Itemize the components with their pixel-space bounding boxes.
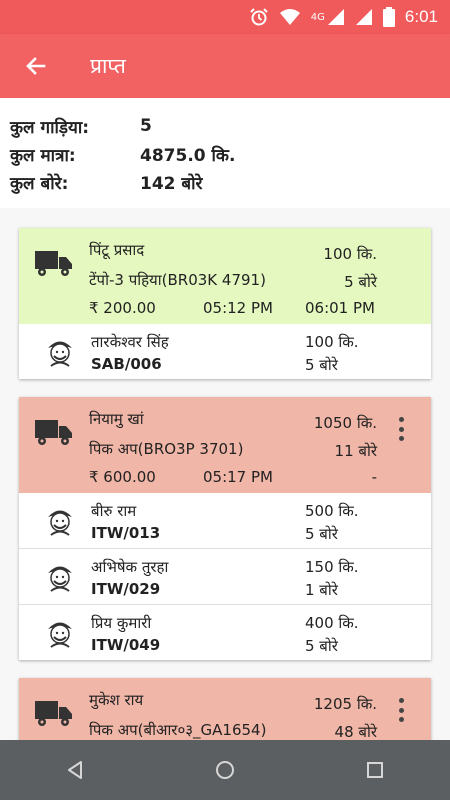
farmer-list: बीरु राम ITW/013 500 कि. 5 बोरे अभिषेक त… bbox=[19, 493, 431, 660]
trip-amount: ₹ 600.00 bbox=[89, 468, 156, 486]
bags-label: कुल बोरे: bbox=[10, 173, 69, 194]
farmer-code: SAB/006 bbox=[91, 355, 162, 373]
network-type-label: 4G bbox=[310, 11, 325, 23]
content-area[interactable]: कुल गाड़िया: 5 कुल मात्रा: 4875.0 कि. कुल … bbox=[0, 98, 450, 740]
square-recents-icon bbox=[367, 762, 383, 778]
farmer-bags: 5 बोरे bbox=[305, 356, 338, 374]
battery-icon bbox=[382, 7, 395, 27]
driver-name: पिंटू प्रसाद bbox=[89, 241, 145, 259]
summary-panel: कुल गाड़िया: 5 कुल मात्रा: 4875.0 कि. कुल … bbox=[0, 98, 450, 208]
nav-home-button[interactable] bbox=[205, 750, 245, 790]
trip-weight: 1205 कि. bbox=[313, 695, 377, 713]
farmer-weight: 500 कि. bbox=[305, 502, 359, 520]
trip-bags: 5 बोरे bbox=[344, 273, 377, 291]
farmer-bags: 5 बोरे bbox=[305, 637, 338, 655]
page-title: प्राप्त bbox=[90, 54, 126, 78]
status-time: 6:01 bbox=[404, 7, 438, 26]
truck-icon bbox=[35, 417, 73, 451]
circle-home-icon bbox=[216, 761, 234, 779]
trip-weight: 1050 कि. bbox=[313, 414, 377, 432]
start-time: 05:12 PM bbox=[203, 299, 273, 317]
vehicle-info: टेंपो-3 पहिया(BR03K 4791) bbox=[89, 271, 266, 289]
farmer-row[interactable]: तारकेश्वर सिंह SAB/006 100 कि. 5 बोरे bbox=[19, 324, 431, 379]
farmer-list: तारकेश्वर सिंह SAB/006 100 कि. 5 बोरे bbox=[19, 324, 431, 379]
arrow-left-icon bbox=[26, 57, 46, 75]
vehicles-value: 5 bbox=[140, 116, 152, 136]
more-vert-icon[interactable] bbox=[395, 417, 407, 441]
trip-bags: 11 बोरे bbox=[334, 442, 377, 460]
truck-icon bbox=[35, 248, 73, 282]
triangle-back-icon bbox=[68, 761, 82, 779]
farmer-bags: 5 बोरे bbox=[305, 525, 338, 543]
alarm-icon bbox=[249, 7, 269, 27]
system-nav-bar bbox=[0, 740, 450, 800]
trip-bags: 48 बोरे bbox=[334, 723, 377, 740]
nav-recents-button[interactable] bbox=[355, 750, 395, 790]
driver-name: नियामु खां bbox=[89, 410, 144, 428]
farmer-code: ITW/049 bbox=[91, 636, 161, 654]
back-button[interactable] bbox=[18, 48, 54, 84]
trip-card[interactable]: नियामु खां पिक अप(BRO3P 3701) ₹ 600.00 0… bbox=[19, 397, 431, 660]
app-bar: प्राप्त bbox=[0, 34, 450, 98]
trip-header[interactable]: नियामु खां पिक अप(BRO3P 3701) ₹ 600.00 0… bbox=[19, 397, 431, 493]
nav-back-button[interactable] bbox=[55, 750, 95, 790]
farmer-code: ITW/013 bbox=[91, 524, 161, 542]
farmer-code: ITW/029 bbox=[91, 580, 161, 598]
farmer-name: तारकेश्वर सिंह bbox=[91, 333, 169, 351]
status-bar: 4G 6:01 bbox=[0, 0, 450, 34]
farmer-name: अभिषेक तुरहा bbox=[91, 558, 169, 576]
quantity-label: कुल मात्रा: bbox=[10, 145, 76, 166]
farmer-bags: 1 बोरे bbox=[305, 581, 338, 599]
trip-header[interactable]: पिंटू प्रसाद टेंपो-3 पहिया(BR03K 4791) ₹… bbox=[19, 228, 431, 324]
truck-icon bbox=[35, 698, 73, 732]
wifi-icon bbox=[279, 8, 301, 26]
farmer-row[interactable]: प्रिय कुमारी ITW/049 400 कि. 5 बोरे bbox=[19, 604, 431, 660]
farmer-weight: 400 कि. bbox=[305, 614, 359, 632]
bags-value: 142 बोरे bbox=[140, 173, 203, 194]
farmer-name: बीरु राम bbox=[91, 502, 137, 520]
vehicle-info: पिक अप(BRO3P 3701) bbox=[89, 440, 244, 458]
end-time: - bbox=[371, 468, 377, 486]
farmer-row[interactable]: बीरु राम ITW/013 500 कि. 5 बोरे bbox=[19, 493, 431, 548]
start-time: 05:17 PM bbox=[203, 468, 273, 486]
farmer-avatar-icon bbox=[43, 560, 77, 598]
farmer-name: प्रिय कुमारी bbox=[91, 614, 152, 632]
trip-header[interactable]: मुकेश राय पिक अप(बीआर०३_GA1654) 1205 कि.… bbox=[19, 678, 431, 740]
more-vert-icon[interactable] bbox=[395, 698, 407, 722]
trip-card[interactable]: पिंटू प्रसाद टेंपो-3 पहिया(BR03K 4791) ₹… bbox=[19, 228, 431, 379]
signal-icon-2 bbox=[355, 8, 373, 26]
vehicle-info: पिक अप(बीआर०३_GA1654) bbox=[89, 721, 267, 739]
farmer-weight: 100 कि. bbox=[305, 333, 359, 351]
vehicles-label: कुल गाड़िया: bbox=[10, 117, 90, 138]
signal-icon bbox=[327, 8, 345, 26]
trip-card[interactable]: मुकेश राय पिक अप(बीआर०३_GA1654) 1205 कि.… bbox=[19, 678, 431, 740]
quantity-value: 4875.0 कि. bbox=[140, 145, 236, 166]
farmer-row[interactable]: अभिषेक तुरहा ITW/029 150 कि. 1 बोरे bbox=[19, 548, 431, 604]
farmer-avatar-icon bbox=[43, 616, 77, 654]
farmer-weight: 150 कि. bbox=[305, 558, 359, 576]
end-time: 06:01 PM bbox=[305, 299, 375, 317]
farmer-avatar-icon bbox=[43, 335, 77, 373]
driver-name: मुकेश राय bbox=[89, 691, 144, 709]
trip-weight: 100 कि. bbox=[323, 245, 377, 263]
trip-amount: ₹ 200.00 bbox=[89, 299, 156, 317]
farmer-avatar-icon bbox=[43, 504, 77, 542]
